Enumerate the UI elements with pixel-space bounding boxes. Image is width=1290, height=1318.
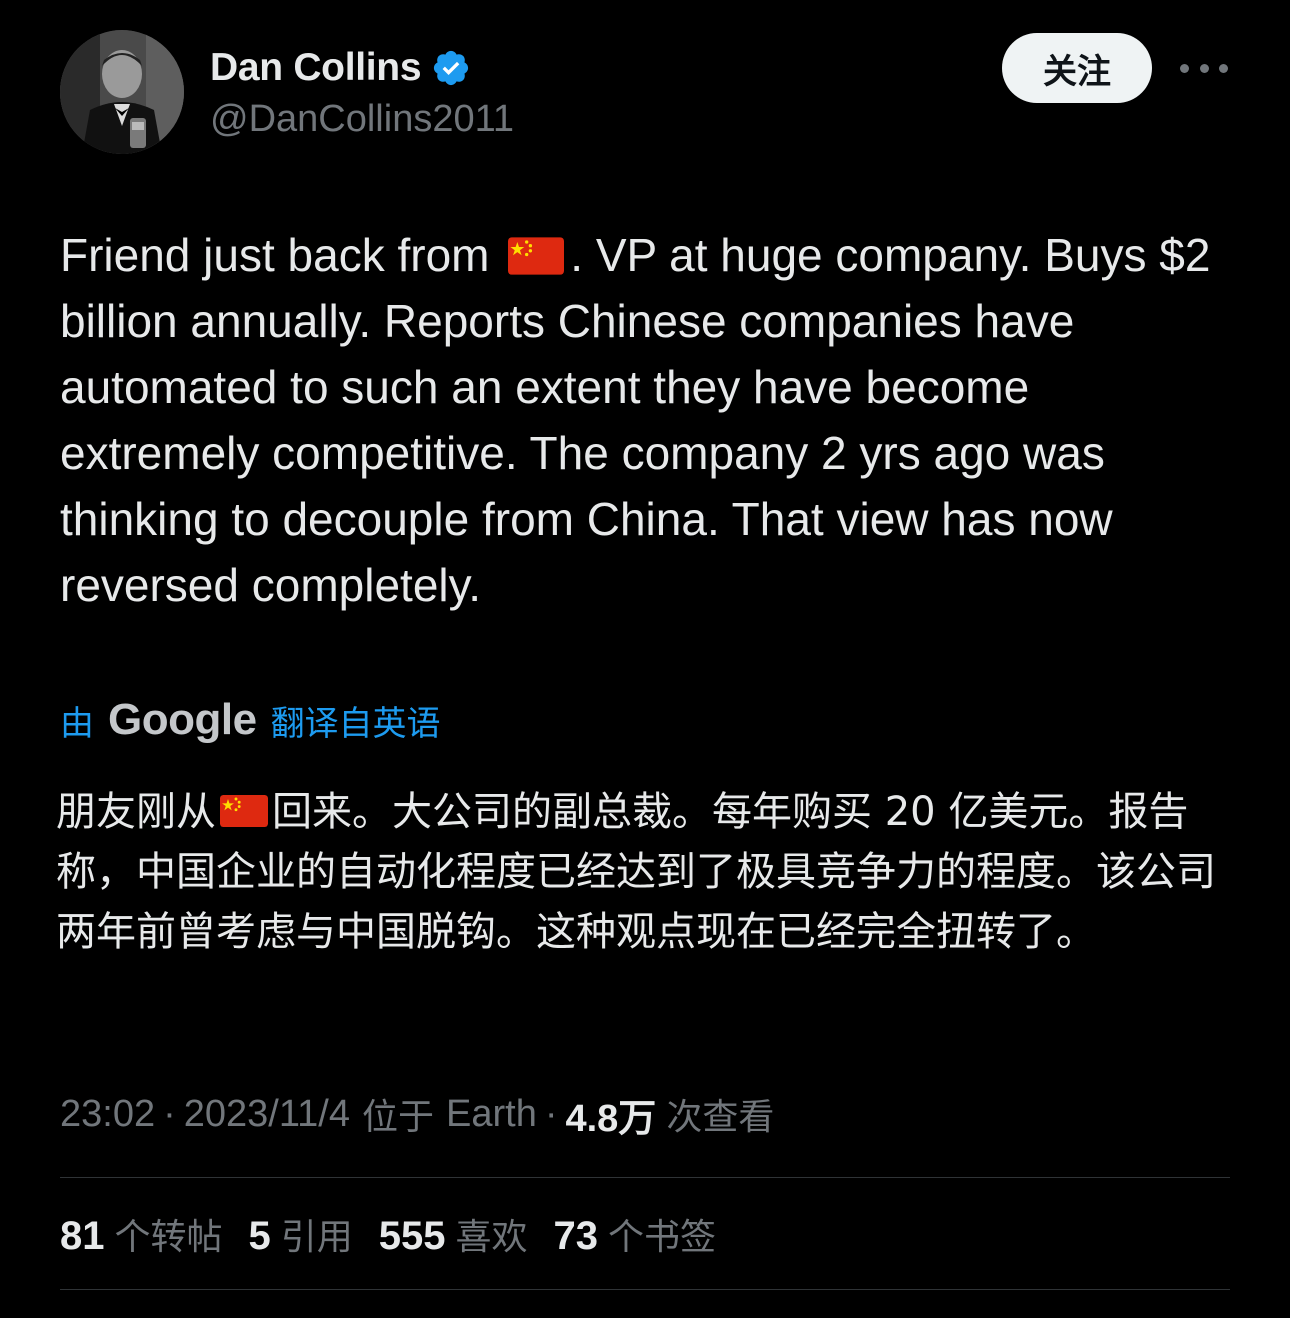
avatar[interactable]	[60, 30, 184, 154]
reposts-stat[interactable]: 81 个转帖	[60, 1208, 223, 1260]
likes-count: 555	[378, 1214, 446, 1258]
meta-separator: ·	[544, 1092, 558, 1135]
tweet-location: Earth	[446, 1092, 537, 1135]
translated-text: 朋友刚从 回来。大公司的副总裁。每年购买 20 亿美元。报告称，中国企业的自动化程…	[56, 782, 1216, 962]
more-dot	[1180, 63, 1189, 73]
tweet-meta: 23:02 · 2023/11/4 位于 Earth · 4.8万 次查看	[60, 1086, 774, 1142]
avatar-image	[60, 30, 184, 154]
quotes-count: 5	[248, 1214, 271, 1258]
china-flag-icon	[220, 795, 268, 827]
divider	[60, 1289, 1230, 1290]
bookmarks-count: 73	[553, 1214, 599, 1258]
tweet-time[interactable]: 23:02	[60, 1093, 155, 1136]
bookmarks-label: 个书签	[608, 1217, 717, 1258]
follow-button[interactable]: 关注	[1002, 33, 1152, 103]
more-options-icon[interactable]	[1180, 50, 1228, 86]
more-dot	[1219, 63, 1228, 73]
translation-attribution[interactable]: 由 Google 翻译自英语	[60, 690, 441, 750]
reposts-count: 81	[60, 1214, 105, 1258]
translated-by-label: 由	[60, 703, 94, 744]
views-label: 次查看	[666, 1097, 775, 1138]
likes-label: 喜欢	[455, 1217, 528, 1258]
tweet-date[interactable]: 2023/11/4	[184, 1093, 350, 1136]
translated-text-part1: 朋友刚从	[56, 789, 216, 835]
reposts-label: 个转帖	[114, 1217, 223, 1258]
google-logo: Google	[108, 695, 257, 744]
quotes-stat[interactable]: 5 引用	[249, 1208, 353, 1260]
tweet-text: Friend just back from . VP at huge compa…	[60, 222, 1240, 618]
location-prefix: 位于	[361, 1097, 434, 1138]
more-dot	[1199, 63, 1209, 73]
engagement-stats: 81 个转帖 5 引用 555 喜欢 73 个书签	[60, 1206, 742, 1262]
meta-separator: ·	[163, 1092, 176, 1135]
tweet-text-part2: . VP at huge company. Buys $2 billion an…	[60, 229, 1211, 611]
china-flag-icon	[508, 237, 565, 275]
quotes-label: 引用	[280, 1217, 353, 1258]
likes-stat[interactable]: 555 喜欢	[379, 1208, 528, 1260]
name-row: Dan Collins	[210, 44, 471, 92]
divider	[60, 1177, 1230, 1178]
display-name[interactable]: Dan Collins	[210, 46, 422, 90]
translated-from-label: 翻译自英语	[270, 703, 441, 744]
tweet-header: Dan Collins @DanCollins2011 关注	[60, 30, 1230, 154]
user-handle[interactable]: @DanCollins2011	[210, 98, 514, 141]
verified-badge-icon[interactable]	[431, 48, 471, 88]
bookmarks-stat[interactable]: 73 个书签	[554, 1208, 717, 1260]
tweet-text-part1: Friend just back from	[60, 229, 490, 281]
views-count[interactable]: 4.8万	[565, 1087, 656, 1142]
